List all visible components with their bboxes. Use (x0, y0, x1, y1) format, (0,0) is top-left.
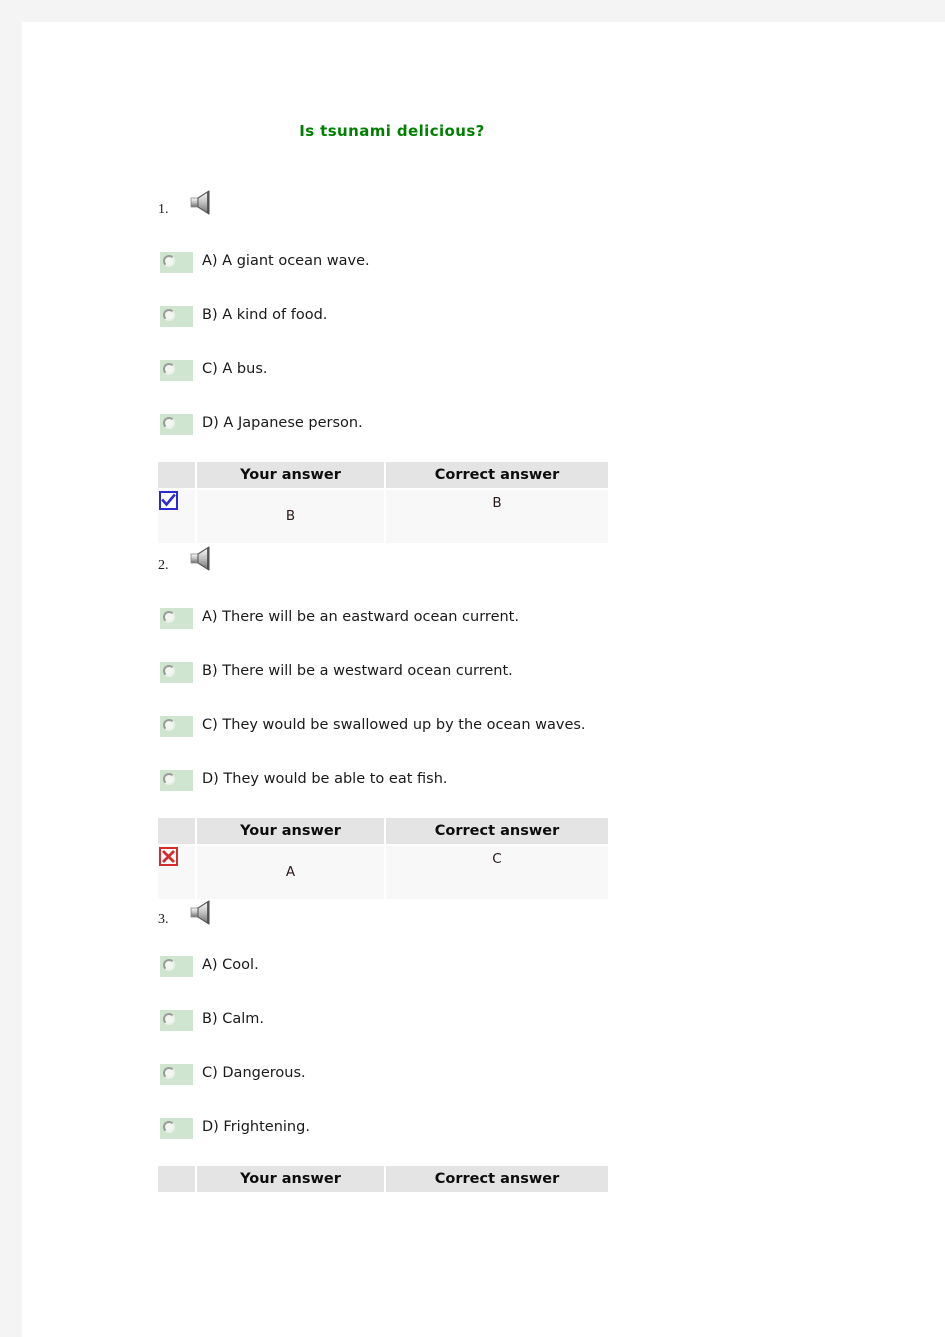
radio-button-icon[interactable] (160, 956, 193, 977)
mark-column-header (158, 818, 195, 844)
radio-button-icon[interactable] (160, 414, 193, 435)
your-answer-value: B (285, 508, 296, 524)
question-header-3: 3. (158, 900, 608, 934)
question-header-1: 1. (158, 190, 608, 224)
radio-button-icon[interactable] (160, 662, 193, 683)
radio-button-icon[interactable] (160, 1010, 193, 1031)
option-row[interactable]: B) Calm. (158, 1010, 608, 1036)
mark-column-header (158, 462, 195, 488)
option-label: A) There will be an eastward ocean curre… (202, 609, 519, 625)
option-row[interactable]: D) They would be able to eat fish. (158, 770, 608, 796)
radio-button-icon[interactable] (160, 306, 193, 327)
option-row[interactable]: B) There will be a westward ocean curren… (158, 662, 608, 688)
question-number: 3. (158, 912, 169, 927)
option-row[interactable]: D) A Japanese person. (158, 414, 608, 440)
option-row[interactable]: C) A bus. (158, 360, 608, 386)
option-label: B) There will be a westward ocean curren… (202, 663, 513, 679)
result-status-cell (158, 846, 195, 899)
page-title: Is tsunami delicious? (299, 122, 485, 140)
table-header-row: Your answer Correct answer (158, 818, 608, 844)
your-answer-cell: A (197, 846, 384, 899)
option-label: C) A bus. (202, 361, 268, 377)
your-answer-header: Your answer (197, 1166, 384, 1192)
option-row[interactable]: C) Dangerous. (158, 1064, 608, 1090)
answer-result-table: Your answer Correct answer A C (158, 818, 608, 899)
radio-button-icon[interactable] (160, 252, 193, 273)
question-header-2: 2. (158, 546, 608, 580)
correct-answer-header: Correct answer (386, 818, 608, 844)
option-row[interactable]: D) Frightening. (158, 1118, 608, 1144)
your-answer-cell: B (197, 490, 384, 543)
option-label: A) A giant ocean wave. (202, 253, 370, 269)
correct-answer-header: Correct answer (386, 1166, 608, 1192)
answer-result-table: Your answer Correct answer (158, 1166, 608, 1192)
option-label: D) Frightening. (202, 1119, 310, 1135)
table-row: B B (158, 490, 608, 543)
option-row[interactable]: A) A giant ocean wave. (158, 252, 608, 278)
radio-button-icon[interactable] (160, 360, 193, 381)
option-label: C) Dangerous. (202, 1065, 306, 1081)
question-block-3: 3. A) Cool. B) Calm. C) Dangerous. D) Fr… (158, 900, 608, 1192)
correct-answer-cell: B (386, 490, 608, 543)
option-label: D) They would be able to eat fish. (202, 771, 448, 787)
speaker-icon[interactable] (188, 900, 218, 928)
checkmark-icon (159, 491, 178, 510)
your-answer-header: Your answer (197, 818, 384, 844)
quiz-page-sheet: Is tsunami delicious? 1. A) A giant ocea… (22, 22, 945, 1337)
cross-icon (159, 847, 178, 866)
correct-answer-value: C (492, 851, 502, 867)
your-answer-value: A (285, 864, 296, 880)
your-answer-header: Your answer (197, 462, 384, 488)
option-row[interactable]: B) A kind of food. (158, 306, 608, 332)
option-label: C) They would be swallowed up by the oce… (202, 717, 586, 733)
option-row[interactable]: A) Cool. (158, 956, 608, 982)
option-label: D) A Japanese person. (202, 415, 363, 431)
option-label: B) Calm. (202, 1011, 264, 1027)
correct-answer-value: B (492, 495, 502, 511)
question-number: 2. (158, 558, 169, 573)
table-header-row: Your answer Correct answer (158, 462, 608, 488)
option-row[interactable]: C) They would be swallowed up by the oce… (158, 716, 608, 742)
option-row[interactable]: A) There will be an eastward ocean curre… (158, 608, 608, 634)
mark-column-header (158, 1166, 195, 1192)
radio-button-icon[interactable] (160, 608, 193, 629)
question-block-1: 1. A) A giant ocean wave. B) A kind of f… (158, 190, 608, 543)
radio-button-icon[interactable] (160, 770, 193, 791)
question-block-2: 2. A) There will be an eastward ocean cu… (158, 546, 608, 899)
speaker-icon[interactable] (188, 546, 218, 574)
radio-button-icon[interactable] (160, 716, 193, 737)
answer-result-table: Your answer Correct answer B B (158, 462, 608, 543)
speaker-icon[interactable] (188, 190, 218, 218)
correct-answer-header: Correct answer (386, 462, 608, 488)
correct-answer-cell: C (386, 846, 608, 899)
radio-button-icon[interactable] (160, 1118, 193, 1139)
result-status-cell (158, 490, 195, 543)
question-number: 1. (158, 202, 169, 217)
table-row: A C (158, 846, 608, 899)
option-label: B) A kind of food. (202, 307, 328, 323)
radio-button-icon[interactable] (160, 1064, 193, 1085)
table-header-row: Your answer Correct answer (158, 1166, 608, 1192)
option-label: A) Cool. (202, 957, 259, 973)
